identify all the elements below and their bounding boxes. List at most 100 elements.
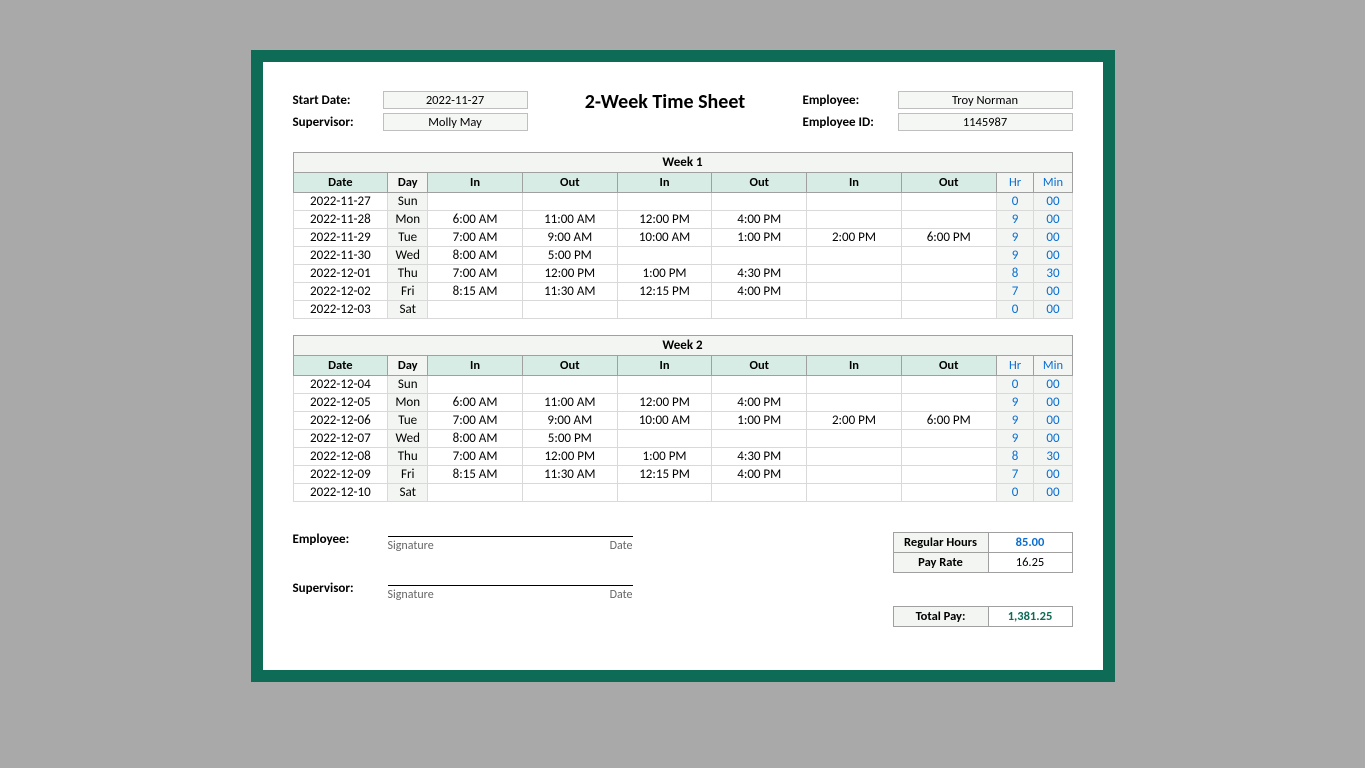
in-cell <box>617 430 712 448</box>
in-cell <box>617 484 712 502</box>
in-cell: 8:15 AM <box>428 466 523 484</box>
column-header: Hr <box>996 173 1034 193</box>
footer: Employee: Signature Date Supervisor: <box>293 532 1073 630</box>
out-cell <box>901 466 996 484</box>
in-cell <box>807 247 902 265</box>
supervisor-sig-label: Supervisor: <box>293 581 388 602</box>
hours-cell: 9 <box>996 412 1034 430</box>
column-header: In <box>807 356 902 376</box>
out-cell <box>901 247 996 265</box>
out-cell: 4:00 PM <box>712 283 807 301</box>
minutes-cell: 00 <box>1034 229 1072 247</box>
table-row: 2022-11-28Mon6:00 AM11:00 AM12:00 PM4:00… <box>293 211 1072 229</box>
out-cell <box>901 211 996 229</box>
out-cell: 6:00 PM <box>901 412 996 430</box>
out-cell <box>901 430 996 448</box>
out-cell <box>901 283 996 301</box>
minutes-cell: 00 <box>1034 412 1072 430</box>
table-row: 2022-12-09Fri8:15 AM11:30 AM12:15 PM4:00… <box>293 466 1072 484</box>
column-header: Hr <box>996 356 1034 376</box>
column-header: In <box>617 356 712 376</box>
in-cell: 6:00 AM <box>428 394 523 412</box>
out-cell <box>712 376 807 394</box>
column-header: Out <box>712 173 807 193</box>
in-cell <box>428 193 523 211</box>
in-cell <box>807 193 902 211</box>
date-cell: 2022-12-09 <box>293 466 388 484</box>
in-cell: 8:15 AM <box>428 283 523 301</box>
header: Start Date: 2022-11-27 Supervisor: Molly… <box>293 90 1073 132</box>
out-cell <box>901 376 996 394</box>
table-row: 2022-11-30Wed8:00 AM5:00 PM900 <box>293 247 1072 265</box>
timesheet-document: Start Date: 2022-11-27 Supervisor: Molly… <box>263 62 1103 670</box>
out-cell <box>522 484 617 502</box>
out-cell <box>522 193 617 211</box>
day-cell: Tue <box>388 229 428 247</box>
out-cell: 11:00 AM <box>522 211 617 229</box>
hours-cell: 9 <box>996 247 1034 265</box>
supervisor-sig-area: Signature Date <box>388 581 633 602</box>
regular-hours-label: Regular Hours <box>893 533 988 553</box>
column-header: Day <box>388 173 428 193</box>
date-cell: 2022-12-06 <box>293 412 388 430</box>
column-header: Date <box>293 173 388 193</box>
out-cell: 11:00 AM <box>522 394 617 412</box>
hours-cell: 0 <box>996 484 1034 502</box>
signature-caption: Signature <box>388 588 434 602</box>
total-pay-label: Total Pay: <box>893 607 988 627</box>
out-cell: 4:00 PM <box>712 394 807 412</box>
minutes-cell: 00 <box>1034 283 1072 301</box>
week-block: Week 1DateDayInOutInOutInOutHrMin2022-11… <box>293 152 1073 319</box>
column-header: In <box>428 356 523 376</box>
table-row: 2022-12-03Sat000 <box>293 301 1072 319</box>
date-cell: 2022-12-02 <box>293 283 388 301</box>
date-cell: 2022-12-04 <box>293 376 388 394</box>
date-cell: 2022-12-03 <box>293 301 388 319</box>
minutes-cell: 00 <box>1034 247 1072 265</box>
date-caption: Date <box>610 539 633 553</box>
out-cell <box>712 247 807 265</box>
supervisor-label: Supervisor: <box>293 115 383 130</box>
in-cell: 10:00 AM <box>617 229 712 247</box>
column-header: In <box>428 173 523 193</box>
out-cell <box>712 193 807 211</box>
date-cell: 2022-12-05 <box>293 394 388 412</box>
hours-cell: 9 <box>996 430 1034 448</box>
column-header: Out <box>901 356 996 376</box>
in-cell <box>807 301 902 319</box>
column-header: Min <box>1034 173 1072 193</box>
page-title: 2-Week Time Sheet <box>528 90 803 114</box>
date-cell: 2022-11-27 <box>293 193 388 211</box>
hours-cell: 0 <box>996 193 1034 211</box>
out-cell <box>712 301 807 319</box>
out-cell: 6:00 PM <box>901 229 996 247</box>
table-row: 2022-12-04Sun000 <box>293 376 1072 394</box>
day-cell: Sun <box>388 376 428 394</box>
date-cell: 2022-12-08 <box>293 448 388 466</box>
start-date-value: 2022-11-27 <box>383 91 528 109</box>
in-cell <box>807 466 902 484</box>
weeks-container: Week 1DateDayInOutInOutInOutHrMin2022-11… <box>293 152 1073 502</box>
in-cell <box>807 484 902 502</box>
table-row: 2022-12-10Sat000 <box>293 484 1072 502</box>
in-cell: 7:00 AM <box>428 412 523 430</box>
out-cell <box>901 484 996 502</box>
hours-cell: 9 <box>996 394 1034 412</box>
day-cell: Wed <box>388 430 428 448</box>
in-cell: 12:00 PM <box>617 394 712 412</box>
out-cell: 4:00 PM <box>712 466 807 484</box>
hours-cell: 7 <box>996 466 1034 484</box>
table-row: 2022-12-05Mon6:00 AM11:00 AM12:00 PM4:00… <box>293 394 1072 412</box>
table-row: 2022-12-02Fri8:15 AM11:30 AM12:15 PM4:00… <box>293 283 1072 301</box>
hours-cell: 9 <box>996 229 1034 247</box>
timesheet-table: DateDayInOutInOutInOutHrMin2022-11-27Sun… <box>293 172 1073 319</box>
hours-cell: 7 <box>996 283 1034 301</box>
minutes-cell: 30 <box>1034 448 1072 466</box>
supervisor-value: Molly May <box>383 113 528 131</box>
in-cell <box>807 265 902 283</box>
week-block: Week 2DateDayInOutInOutInOutHrMin2022-12… <box>293 335 1073 502</box>
totals-block: Regular Hours 85.00 Pay Rate 16.25 Total… <box>893 532 1073 630</box>
in-cell <box>807 394 902 412</box>
employee-sig-area: Signature Date <box>388 532 633 553</box>
out-cell <box>712 430 807 448</box>
